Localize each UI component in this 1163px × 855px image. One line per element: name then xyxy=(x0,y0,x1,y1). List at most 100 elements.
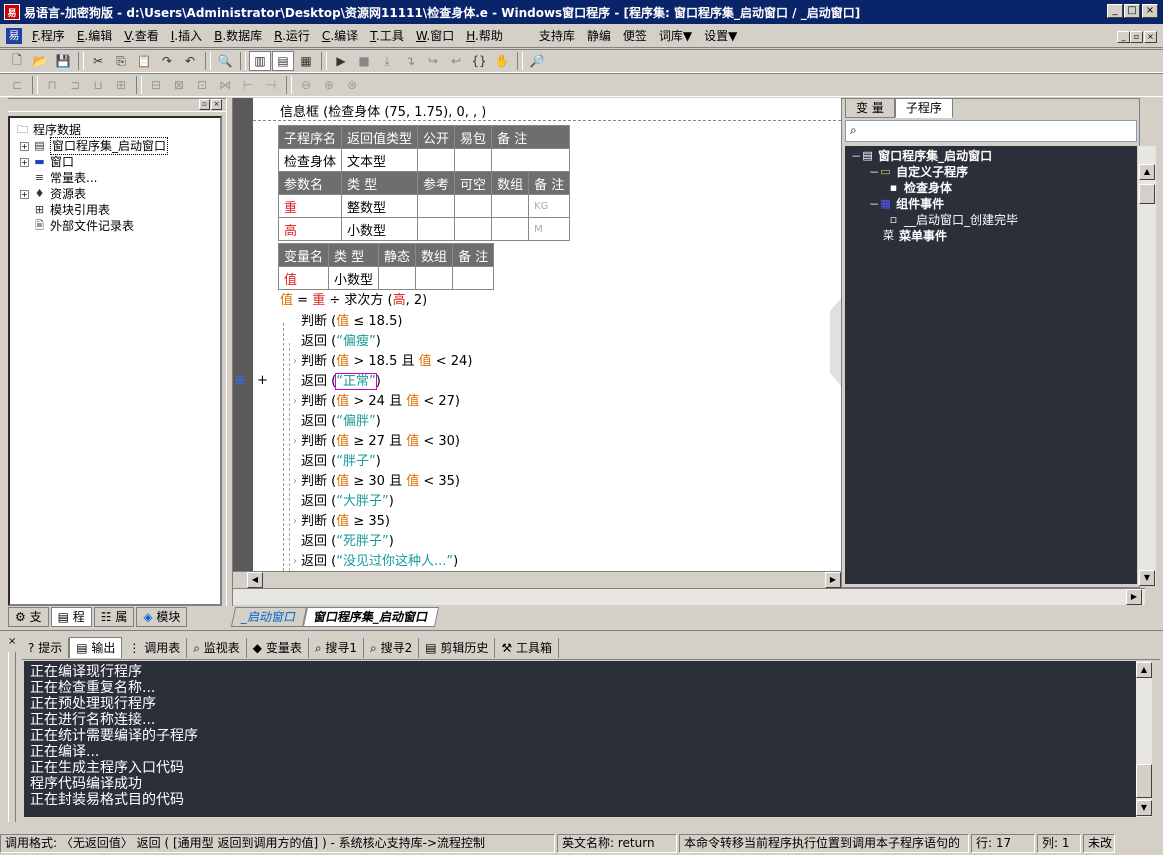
param-type[interactable]: 小数型 xyxy=(341,217,419,241)
table-cell[interactable] xyxy=(417,148,456,172)
menu-item-6[interactable]: C.编译 xyxy=(316,25,364,47)
code-line[interactable]: 返回 (“死胖子”) xyxy=(301,532,394,552)
code-line[interactable]: 返回 (“胖子”) xyxy=(301,452,381,472)
menu-item-9[interactable]: H.帮助 xyxy=(460,25,509,47)
subroutine-tree-item[interactable]: 菜菜单事件 xyxy=(847,228,1135,244)
table-cell[interactable]: 返回值类型 xyxy=(341,125,419,149)
menu-item-12[interactable]: 便签 xyxy=(617,25,653,47)
align-center-icon[interactable]: ⊞ xyxy=(110,75,132,95)
left-splitter[interactable] xyxy=(226,98,233,606)
braces-icon[interactable]: {} xyxy=(468,51,490,71)
align-left-icon[interactable]: ⊏ xyxy=(6,75,28,95)
table-cell[interactable]: 静态 xyxy=(378,243,417,267)
output-tab-3[interactable]: ⌕ 监视表 xyxy=(187,637,247,658)
code-line[interactable]: › 判断 (值 ≥ 27 且 值 < 30) xyxy=(293,432,460,452)
table-cell[interactable]: 值 xyxy=(277,266,330,290)
table-cell[interactable]: 公开 xyxy=(417,125,456,149)
layout-1-icon[interactable]: ▥ xyxy=(249,51,271,71)
right-vscroll[interactable] xyxy=(1138,146,1156,586)
table-cell[interactable]: 备 注 xyxy=(528,171,571,195)
table-cell[interactable] xyxy=(491,194,530,218)
subroutine-tree-item[interactable]: − ▦ 组件事件 xyxy=(847,196,1135,212)
table-cell[interactable]: 检查身体 xyxy=(277,148,343,172)
scroll-right-button[interactable]: ▶ xyxy=(825,572,841,588)
table-cell[interactable]: 数组 xyxy=(415,243,454,267)
menu-item-14[interactable]: 设置▼ xyxy=(698,25,743,47)
editor-tab-0[interactable]: _启动窗口 xyxy=(230,607,308,627)
table-cell[interactable]: 数组 xyxy=(491,171,530,195)
table-cell[interactable] xyxy=(454,148,493,172)
scroll-left-button[interactable]: ◀ xyxy=(247,572,263,588)
table-cell[interactable] xyxy=(417,194,456,218)
mdi-restore-button[interactable]: ▫ xyxy=(1130,31,1143,43)
right-scroll-down-button[interactable]: ▼ xyxy=(1139,570,1155,586)
table-cell[interactable] xyxy=(491,148,571,172)
main-scroll-right-button[interactable]: ▶ xyxy=(1126,589,1142,605)
output-grip[interactable] xyxy=(8,652,16,822)
output-tab-4[interactable]: ◆ 变量表 xyxy=(247,637,309,658)
subroutine-tree-item[interactable]: ▫ __启动窗口_创建完毕 xyxy=(847,212,1135,228)
menu-item-11[interactable]: 静编 xyxy=(581,25,617,47)
same-width-icon[interactable]: ⊟ xyxy=(145,75,167,95)
expand-icon[interactable]: + xyxy=(20,189,29,199)
table-cell[interactable] xyxy=(491,217,530,241)
editor-hscroll[interactable] xyxy=(233,571,841,588)
find-icon[interactable]: 🔍 xyxy=(214,51,236,71)
subroutine-tree-item[interactable]: − ▤ 窗口程序集_启动窗口 xyxy=(847,148,1135,164)
menu-item-7[interactable]: T.工具 xyxy=(364,25,410,47)
right-scroll-thumb[interactable] xyxy=(1139,184,1155,204)
layout-3-icon[interactable]: ▦ xyxy=(295,51,317,71)
align-top-icon[interactable]: ⊓ xyxy=(41,75,63,95)
table-cell[interactable] xyxy=(452,266,495,290)
left-panel-grip[interactable] xyxy=(8,98,226,112)
expand-plus-icon[interactable]: + xyxy=(257,373,268,388)
same-height-icon[interactable]: ⊠ xyxy=(168,75,190,95)
code-line[interactable]: 返回 (“正常”) xyxy=(301,372,381,392)
main-hscroll[interactable] xyxy=(233,588,1145,605)
tree-item[interactable]: ⊞ 模块引用表 xyxy=(12,202,218,218)
layout-2-icon[interactable]: ▤ xyxy=(272,51,294,71)
param-name[interactable]: 重 xyxy=(277,194,343,218)
step-over-icon[interactable]: ↪ xyxy=(422,51,444,71)
center-h-icon[interactable]: ⊖ xyxy=(295,75,317,95)
variable-table[interactable]: 变量名类 型静态 数组备 注值小数型 xyxy=(277,243,495,290)
table-cell[interactable] xyxy=(454,194,493,218)
table-cell[interactable]: 类 型 xyxy=(341,171,419,195)
code-line[interactable]: 判断 (值 ≤ 18.5) xyxy=(301,312,402,332)
menu-item-10[interactable]: 支持库 xyxy=(533,25,581,47)
right-tab-0[interactable]: 变 量 xyxy=(845,98,895,118)
code-line[interactable]: › 判断 (值 ≥ 30 且 值 < 35) xyxy=(293,472,460,492)
redo-icon[interactable]: ↷ xyxy=(156,51,178,71)
right-tab-1[interactable]: 子程序 xyxy=(894,98,953,118)
left-panel-close-button[interactable]: × xyxy=(211,99,222,110)
table-cell[interactable] xyxy=(417,217,456,241)
code-line[interactable]: › 判断 (值 > 18.5 且 值 < 24) xyxy=(293,352,472,372)
tree-item[interactable]: + ▬ 窗口 xyxy=(12,154,218,170)
find-replace-icon[interactable]: 🔎 xyxy=(526,51,548,71)
undo-icon[interactable]: ↶ xyxy=(179,51,201,71)
output-tab-7[interactable]: ▤ 剪辑历史 xyxy=(419,637,496,658)
right-scroll-up-button[interactable]: ▲ xyxy=(1139,164,1155,180)
table-cell[interactable]: 文本型 xyxy=(341,148,419,172)
maximize-button[interactable]: □ xyxy=(1124,4,1140,18)
align-bottom-icon[interactable]: ⊔ xyxy=(87,75,109,95)
code-line[interactable]: › 返回 (“没见过你这种人...”) xyxy=(293,552,458,572)
collapse-handle[interactable] xyxy=(830,298,841,386)
spread-h-icon[interactable]: ⊢ xyxy=(237,75,259,95)
project-tree[interactable]: 🗀 程序数据 + ▤ 窗口程序集_启动窗口 + ▬ 窗口 ≡ 常量表... + ♦ 资源表 ⊞ 模块引用表 🗎… xyxy=(8,116,222,606)
center-both-icon[interactable]: ⊛ xyxy=(341,75,363,95)
left-tab-0[interactable]: ⚙ 支 xyxy=(8,607,49,627)
hand-icon[interactable]: ✋ xyxy=(491,51,513,71)
minimize-button[interactable]: _ xyxy=(1107,4,1123,18)
menu-item-8[interactable]: W.窗口 xyxy=(410,25,460,47)
param-name[interactable]: 高 xyxy=(277,217,343,241)
table-cell[interactable]: 可空 xyxy=(454,171,493,195)
close-button[interactable]: × xyxy=(1142,4,1158,18)
param-note[interactable]: M xyxy=(528,217,571,241)
left-tab-2[interactable]: ☷ 属 xyxy=(93,607,135,627)
subroutine-tree-item[interactable]: − ▭ 自定义子程序 xyxy=(847,164,1135,180)
output-tab-2[interactable]: ⋮ 调用表 xyxy=(122,637,188,658)
table-cell[interactable]: 备 注 xyxy=(491,125,571,149)
tree-item[interactable]: 🗀 程序数据 xyxy=(12,122,218,138)
output-scroll-up-button[interactable]: ▲ xyxy=(1136,662,1152,678)
